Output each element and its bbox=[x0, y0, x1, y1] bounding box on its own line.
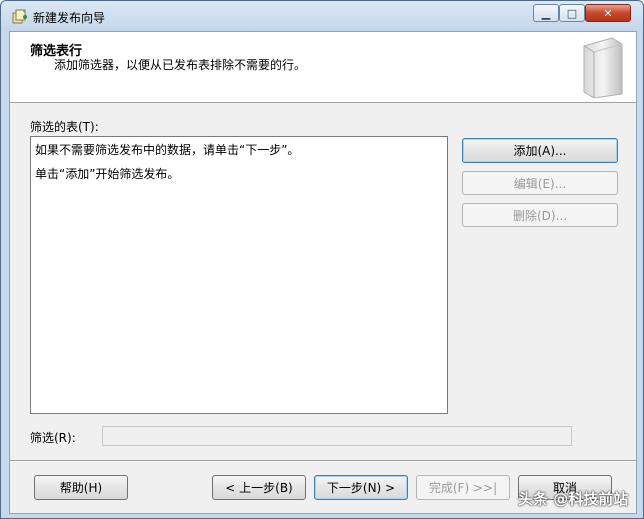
delete-filter-button[interactable]: 删除(D)... bbox=[462, 203, 618, 227]
minimize-icon: ▁ bbox=[541, 6, 551, 20]
watermark: 头条 @科技前站 bbox=[518, 490, 629, 508]
wizard-window: 新建发布向导 ▁ □ ✕ 筛选表行 添加筛选器，以便从已发布表排除不需要的行。 bbox=[0, 0, 644, 519]
maximize-icon: □ bbox=[566, 6, 578, 20]
minimize-button[interactable]: ▁ bbox=[533, 4, 559, 22]
add-filter-button[interactable]: 添加(A)... bbox=[462, 138, 618, 163]
back-button[interactable]: < 上一步(B) bbox=[212, 475, 306, 500]
next-button[interactable]: 下一步(N) > bbox=[314, 475, 408, 500]
footer-divider bbox=[10, 460, 636, 462]
filtered-tables-list[interactable]: 如果不需要筛选发布中的数据，请单击“下一步”。 单击“添加”开始筛选发布。 bbox=[30, 136, 448, 414]
edit-filter-button[interactable]: 编辑(E)... bbox=[462, 171, 618, 195]
wizard-client-area: 筛选表行 添加筛选器，以便从已发布表排除不需要的行。 筛选的表(T): 如果不需… bbox=[9, 31, 637, 514]
page-subtitle: 添加筛选器，以便从已发布表排除不需要的行。 bbox=[54, 58, 307, 72]
list-item: 如果不需要筛选发布中的数据，请单击“下一步”。 bbox=[35, 143, 300, 157]
list-item: 单击“添加”开始筛选发布。 bbox=[35, 167, 180, 181]
window-title: 新建发布向导 bbox=[33, 11, 106, 25]
title-bar[interactable]: 新建发布向导 ▁ □ ✕ bbox=[1, 1, 643, 31]
filter-label: 筛选(R): bbox=[30, 431, 76, 445]
close-button[interactable]: ✕ bbox=[585, 4, 631, 22]
close-icon: ✕ bbox=[603, 6, 613, 20]
maximize-button[interactable]: □ bbox=[559, 4, 585, 22]
wizard-header: 筛选表行 添加筛选器，以便从已发布表排除不需要的行。 bbox=[10, 32, 636, 103]
finish-button[interactable]: 完成(F) >>| bbox=[416, 475, 510, 500]
filter-text-field[interactable] bbox=[102, 426, 572, 446]
filtered-tables-label: 筛选的表(T): bbox=[30, 120, 99, 134]
book-icon bbox=[583, 37, 623, 98]
help-button[interactable]: 帮助(H) bbox=[34, 475, 128, 500]
wizard-app-icon bbox=[12, 9, 27, 24]
